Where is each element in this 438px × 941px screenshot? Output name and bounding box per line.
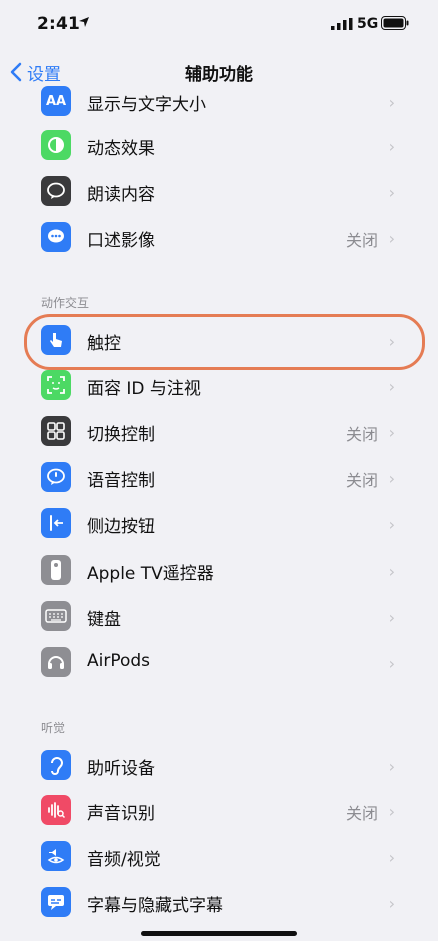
item-label: 键盘 bbox=[87, 610, 121, 630]
chevron-right-icon: › bbox=[388, 183, 395, 202]
audio-description-icon bbox=[41, 222, 71, 252]
list-item-face-id-attention[interactable]: 面容 ID 与注视 › bbox=[0, 362, 438, 408]
section-header-interaction: 动作交互 bbox=[41, 296, 90, 310]
list-item-display-text-size[interactable]: AA 显示与文字大小 › bbox=[0, 78, 438, 124]
item-label: 面容 ID 与注视 bbox=[87, 379, 201, 399]
chevron-right-icon: › bbox=[388, 377, 395, 396]
chevron-right-icon: › bbox=[388, 93, 395, 112]
voice-control-icon bbox=[41, 462, 71, 492]
item-value: 关闭 bbox=[345, 425, 378, 444]
item-label: 动态效果 bbox=[87, 139, 155, 159]
chevron-right-icon: › bbox=[388, 757, 395, 776]
motion-icon bbox=[41, 130, 71, 160]
item-label: 侧边按钮 bbox=[87, 517, 155, 537]
list-item-spoken-content[interactable]: 朗读内容 › bbox=[0, 168, 438, 214]
list-item-apple-tv-remote[interactable]: Apple TV遥控器 › bbox=[0, 547, 438, 593]
item-label: AirPods bbox=[87, 651, 151, 671]
chevron-right-icon: › bbox=[388, 469, 395, 488]
list-item-hearing-devices[interactable]: 助听设备 › bbox=[0, 742, 438, 788]
item-value: 关闭 bbox=[345, 231, 378, 250]
face-id-icon bbox=[41, 370, 71, 400]
chevron-right-icon: › bbox=[388, 802, 395, 821]
list-item-voice-control[interactable]: 语音控制 关闭 › bbox=[0, 454, 438, 500]
home-indicator[interactable] bbox=[141, 931, 297, 936]
item-label: 声音识别 bbox=[87, 804, 155, 824]
list-item-motion[interactable]: 动态效果 › bbox=[0, 122, 438, 168]
sound-recognition-icon bbox=[41, 795, 71, 825]
speech-icon bbox=[41, 176, 71, 206]
list-item-audio-descriptions[interactable]: 口述影像 关闭 › bbox=[0, 214, 438, 260]
section-header-hearing: 听觉 bbox=[41, 721, 66, 735]
chevron-right-icon: › bbox=[388, 423, 395, 442]
side-button-icon bbox=[41, 508, 71, 538]
status-bar: 2:41 5G bbox=[0, 0, 438, 50]
hearing-device-icon bbox=[41, 750, 71, 780]
chevron-right-icon: › bbox=[388, 229, 395, 248]
item-value: 关闭 bbox=[345, 471, 378, 490]
item-label: 音频/视觉 bbox=[87, 850, 161, 870]
chevron-right-icon: › bbox=[388, 608, 395, 627]
item-label: 切换控制 bbox=[87, 425, 155, 445]
location-arrow-icon bbox=[79, 17, 89, 27]
list-item-keyboard[interactable]: 键盘 › bbox=[0, 593, 438, 639]
item-label: 字幕与隐藏式字幕 bbox=[87, 896, 223, 916]
list-item-side-button[interactable]: 侧边按钮 › bbox=[0, 500, 438, 546]
item-label: Apple TV遥控器 bbox=[87, 564, 214, 584]
keyboard-icon bbox=[41, 601, 71, 631]
item-label: 显示与文字大小 bbox=[87, 95, 206, 115]
text-size-icon: AA bbox=[41, 86, 71, 116]
chevron-right-icon: › bbox=[388, 515, 395, 534]
chevron-right-icon: › bbox=[388, 562, 395, 581]
signal-icon bbox=[331, 18, 353, 30]
list-item-audio-visual[interactable]: 音频/视觉 › bbox=[0, 833, 438, 879]
switch-control-icon bbox=[41, 416, 71, 446]
chevron-right-icon: › bbox=[388, 848, 395, 867]
item-label: 口述影像 bbox=[87, 231, 155, 251]
battery-icon bbox=[381, 16, 409, 30]
list-item-subtitles-captioning[interactable]: 字幕与隐藏式字幕 › bbox=[0, 879, 438, 925]
chevron-right-icon: › bbox=[388, 137, 395, 156]
item-label: 助听设备 bbox=[87, 759, 155, 779]
list-item-airpods[interactable]: AirPods › bbox=[0, 639, 438, 685]
chevron-right-icon: › bbox=[388, 654, 395, 673]
chevron-right-icon: › bbox=[388, 894, 395, 913]
list-item-sound-recognition[interactable]: 声音识别 关闭 › bbox=[0, 787, 438, 833]
tv-remote-icon bbox=[41, 555, 71, 585]
item-label: 朗读内容 bbox=[87, 185, 155, 205]
airpods-icon bbox=[41, 647, 71, 677]
audio-visual-icon bbox=[41, 841, 71, 871]
subtitles-icon bbox=[41, 887, 71, 917]
network-type: 5G bbox=[357, 16, 379, 32]
status-time: 2:41 bbox=[37, 14, 81, 34]
item-label: 语音控制 bbox=[87, 471, 155, 491]
list-item-switch-control[interactable]: 切换控制 关闭 › bbox=[0, 408, 438, 454]
item-value: 关闭 bbox=[345, 804, 378, 823]
